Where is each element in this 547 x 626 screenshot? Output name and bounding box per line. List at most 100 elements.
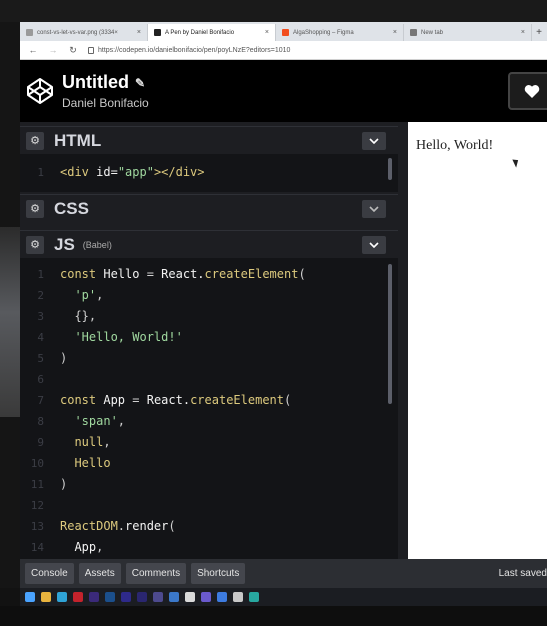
code-text: App,: [60, 540, 104, 554]
js-panel-menu-button[interactable]: [362, 235, 386, 254]
photoshop-icon[interactable]: [105, 592, 115, 602]
line-number: 5: [37, 352, 44, 365]
html-editor[interactable]: 1 <div id="app"></div>: [20, 154, 398, 192]
html-settings-gear-icon[interactable]: ⚙: [26, 131, 44, 150]
code-text: ): [60, 477, 68, 491]
chevron-down-icon: [369, 205, 379, 212]
shortcuts-button[interactable]: Shortcuts: [191, 563, 246, 584]
after-effects-icon[interactable]: [137, 592, 147, 602]
css-panel-menu-button[interactable]: [362, 199, 386, 218]
code-line: 14 App,: [20, 537, 398, 558]
app-icon[interactable]: [153, 592, 163, 602]
code-line: 5): [20, 348, 398, 369]
top-border: [0, 0, 547, 22]
editor-column: ⚙ HTML 1 <div id="app"></div> ⚙ CSS ⚙ JS …: [20, 122, 398, 559]
chrome-icon[interactable]: [185, 592, 195, 602]
code-text: ReactDOM.render(: [60, 519, 176, 533]
file-explorer-icon[interactable]: [41, 592, 51, 602]
line-number: 10: [30, 457, 44, 470]
code-line: 8 'span',: [20, 411, 398, 432]
photos-icon[interactable]: [169, 592, 179, 602]
code-text: <div id="app"></div>: [60, 165, 205, 179]
os-taskbar: [20, 588, 547, 606]
browser-icon[interactable]: [57, 592, 67, 602]
close-tab-icon[interactable]: ×: [521, 29, 525, 36]
app2-icon[interactable]: [201, 592, 211, 602]
console-button[interactable]: Console: [25, 563, 74, 584]
close-tab-icon[interactable]: ×: [137, 29, 141, 36]
tab-label: A Pen by Daniel Bonifacio: [165, 29, 235, 36]
code-text: const Hello = React.createElement(: [60, 267, 306, 281]
pen-title[interactable]: Untitled ✎: [62, 72, 145, 93]
pen-title-text: Untitled: [62, 72, 129, 92]
code-text: ): [60, 351, 68, 365]
code-text: {},: [60, 309, 97, 323]
line-number: 3: [37, 310, 44, 323]
line-number: 4: [37, 331, 44, 344]
html-panel-menu-button[interactable]: [362, 131, 386, 150]
assets-button[interactable]: Assets: [78, 563, 121, 584]
author-name[interactable]: Daniel Bonifacio: [62, 96, 149, 110]
code-text: 'span',: [60, 414, 126, 428]
line-number: 9: [37, 436, 44, 449]
tab-label: New tab: [421, 29, 444, 36]
url-field[interactable]: https://codepen.io/danielbonifacio/pen/p…: [88, 46, 290, 54]
premiere-rush-icon[interactable]: [121, 592, 131, 602]
browser-tab-2[interactable]: A Pen by Daniel Bonifacio ×: [148, 24, 276, 41]
codepen-icon: [154, 29, 161, 36]
browser-tab-4[interactable]: New tab ×: [404, 24, 532, 41]
figma-icon: [282, 29, 289, 36]
line-number: 7: [37, 394, 44, 407]
left-border: [0, 22, 20, 588]
back-button[interactable]: ←: [28, 45, 38, 55]
code-line: 2 'p',: [20, 285, 398, 306]
codepen-footer: Console Assets Comments Shortcuts Last saved: [20, 559, 547, 588]
close-tab-icon[interactable]: ×: [265, 29, 269, 36]
code-line: 12: [20, 495, 398, 516]
heart-icon: [524, 84, 540, 98]
address-bar: ← → ↻ https://codepen.io/danielbonifacio…: [20, 41, 547, 60]
resize-splitter[interactable]: [398, 122, 408, 559]
edge-icon[interactable]: [249, 592, 259, 602]
notes-icon[interactable]: [233, 592, 243, 602]
css-settings-gear-icon[interactable]: ⚙: [26, 199, 44, 218]
forward-button[interactable]: →: [48, 45, 58, 55]
preview-text: Hello, World!: [416, 138, 494, 153]
js-panel-title: JS: [54, 234, 75, 254]
css-panel-title: CSS: [54, 198, 89, 218]
code-text: const App = React.createElement(: [60, 393, 292, 407]
code-line: 9 null,: [20, 432, 398, 453]
new-tab-button[interactable]: +: [532, 24, 546, 41]
acrobat-icon[interactable]: [73, 592, 83, 602]
mouse-cursor-icon: [512, 157, 521, 168]
code-line: 3 {},: [20, 306, 398, 327]
code-line: 1 <div id="app"></div>: [20, 162, 398, 183]
line-number: 14: [30, 541, 44, 554]
lock-icon: [88, 46, 94, 54]
close-tab-icon[interactable]: ×: [393, 29, 397, 36]
codepen-logo-icon[interactable]: [26, 77, 54, 105]
js-settings-gear-icon[interactable]: ⚙: [26, 235, 44, 254]
code-line: 6: [20, 369, 398, 390]
webcam-overlay: [0, 227, 20, 417]
comments-button[interactable]: Comments: [125, 563, 187, 584]
chevron-down-icon: [369, 137, 379, 144]
line-number: 2: [37, 289, 44, 302]
css-panel-header: ⚙ CSS: [20, 194, 398, 222]
chevron-down-icon: [369, 241, 379, 248]
todo-icon[interactable]: [217, 592, 227, 602]
code-line: 4 'Hello, World!': [20, 327, 398, 348]
js-editor[interactable]: 1 const Hello = React.createElement(2 'p'…: [20, 258, 398, 559]
line-number: 13: [30, 520, 44, 533]
browser-tab-1[interactable]: const-vs-let-vs-var.png (3334× ×: [20, 24, 148, 41]
like-button[interactable]: [508, 72, 547, 110]
codepen-header: Untitled ✎ Daniel Bonifacio: [20, 60, 547, 122]
premiere-icon[interactable]: [89, 592, 99, 602]
line-number: 1: [37, 166, 44, 179]
tab-label: AlgaShopping – Figma: [293, 29, 354, 36]
browser-tab-3[interactable]: AlgaShopping – Figma ×: [276, 24, 404, 41]
windows-start-icon[interactable]: [25, 592, 35, 602]
edit-pencil-icon[interactable]: ✎: [135, 76, 145, 90]
tab-label: const-vs-let-vs-var.png (3334×: [37, 29, 118, 36]
reload-button[interactable]: ↻: [68, 45, 78, 56]
